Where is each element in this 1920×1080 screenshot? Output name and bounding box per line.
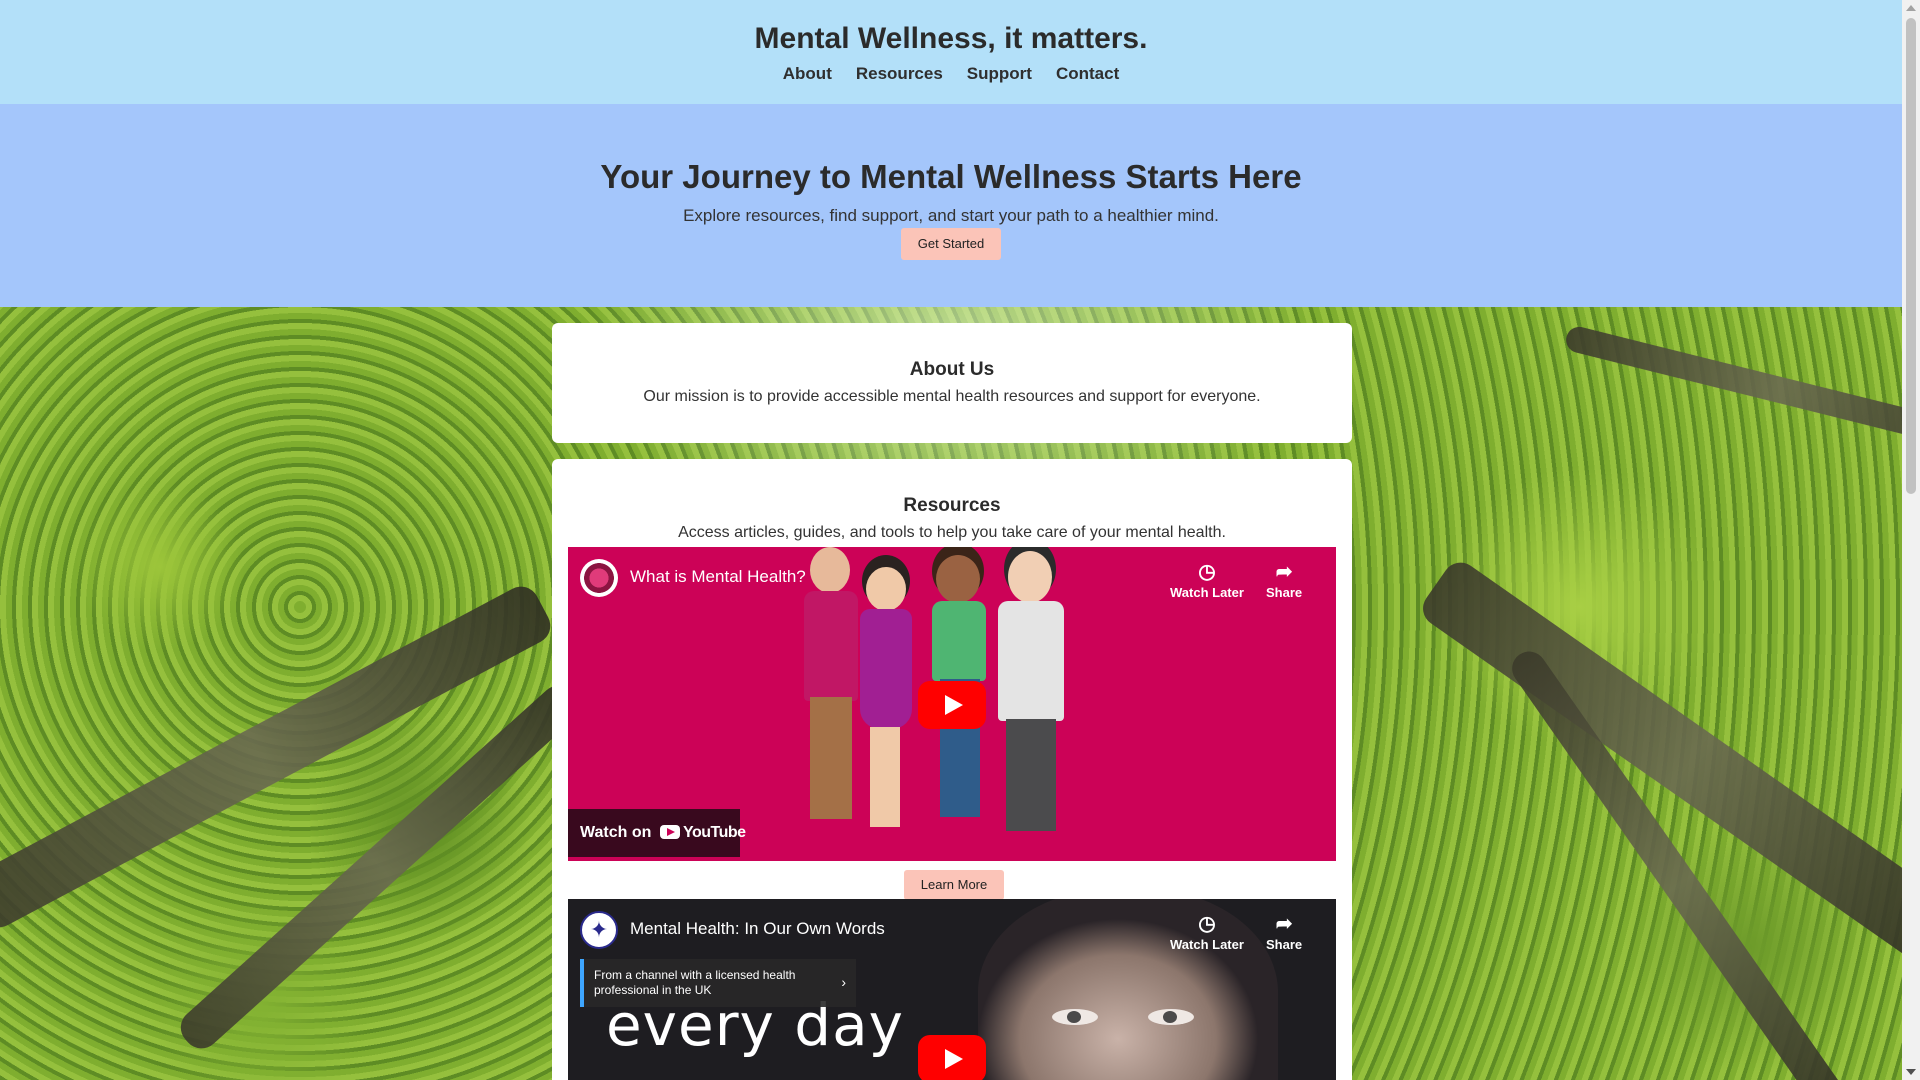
about-card: About Us Our mission is to provide acces… (552, 323, 1352, 443)
nav-contact[interactable]: Contact (1056, 64, 1119, 84)
page-scrollbar[interactable] (1902, 0, 1920, 1080)
nav-support[interactable]: Support (967, 64, 1032, 84)
get-started-button[interactable]: Get Started (901, 228, 1001, 260)
chevron-right-icon: › (841, 974, 846, 990)
main-nav: About Resources Support Contact (0, 64, 1902, 84)
watch-later-button[interactable]: ◷ Watch Later (1170, 559, 1244, 600)
share-icon: ➦ (1275, 561, 1293, 583)
play-button[interactable] (918, 681, 986, 729)
channel-logo[interactable] (580, 559, 618, 597)
hero-section: Your Journey to Mental Wellness Starts H… (0, 104, 1902, 307)
learn-more-button[interactable]: Learn More (904, 870, 1004, 900)
scrollbar-thumb[interactable] (1906, 18, 1916, 494)
video-embed-what-is-mental-health[interactable]: What is Mental Health? ◷ Watch Later ➦ S… (568, 547, 1336, 861)
scroll-up-arrow-icon[interactable] (1906, 5, 1916, 11)
hero-heading: Your Journey to Mental Wellness Starts H… (600, 158, 1302, 195)
channel-logo[interactable]: ✦ (580, 911, 618, 949)
resources-text: Access articles, guides, and tools to he… (678, 524, 1226, 541)
video-embed-in-our-own-words[interactable]: every day ✦ Mental Health: In Our Own Wo… (568, 899, 1336, 1080)
video-title[interactable]: Mental Health: In Our Own Words (630, 919, 885, 939)
video-title[interactable]: What is Mental Health? (630, 567, 806, 587)
resources-card: Resources Access articles, guides, and t… (552, 459, 1352, 1080)
play-button[interactable] (918, 1035, 986, 1080)
clock-icon: ◷ (1198, 913, 1216, 935)
nav-resources[interactable]: Resources (856, 64, 943, 84)
health-source-notice[interactable]: From a channel with a licensed health pr… (580, 959, 856, 1007)
site-title: Mental Wellness, it matters. (754, 22, 1148, 55)
resources-heading: Resources (903, 495, 1001, 516)
clock-icon: ◷ (1198, 561, 1216, 583)
about-text: Our mission is to provide accessible men… (643, 388, 1261, 405)
watch-on-youtube-button[interactable]: Watch on YouTube (568, 809, 746, 857)
site-header: Mental Wellness, it matters. About Resou… (0, 0, 1902, 104)
watch-later-button[interactable]: ◷ Watch Later (1170, 911, 1244, 952)
scroll-down-arrow-icon[interactable] (1906, 1069, 1916, 1075)
about-heading: About Us (909, 359, 995, 380)
share-button[interactable]: ➦ Share (1266, 559, 1302, 600)
youtube-logo-icon (660, 825, 680, 839)
share-icon: ➦ (1275, 913, 1293, 935)
share-button[interactable]: ➦ Share (1266, 911, 1302, 952)
nav-about[interactable]: About (783, 64, 832, 84)
hero-subheading: Explore resources, find support, and sta… (683, 206, 1219, 225)
